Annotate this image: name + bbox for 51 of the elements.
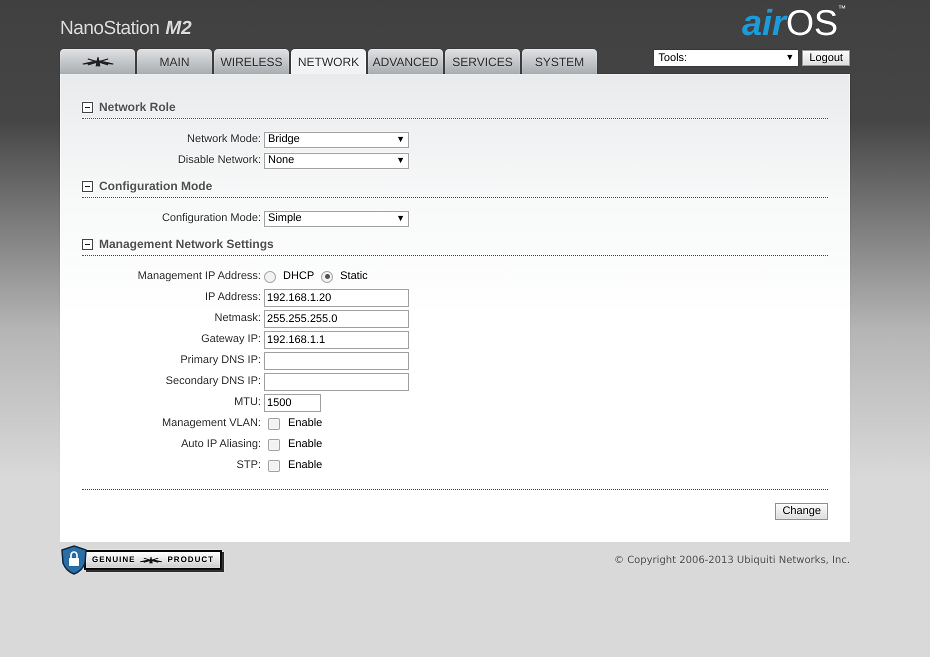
field-label: STP:	[236, 458, 262, 474]
field-label: Secondary DNS IP:	[164, 374, 262, 390]
nav-tab[interactable]: SERVICES	[445, 49, 520, 74]
field-label: Netmask:	[214, 311, 262, 326]
logo: airOS™	[742, 5, 846, 41]
home-tab[interactable]	[60, 49, 135, 74]
dropdown[interactable]: Simple ▼	[264, 210, 409, 226]
nav-tab[interactable]: WIRELESS	[214, 49, 289, 74]
nav-tab[interactable]: MAIN	[137, 49, 212, 74]
dropdown[interactable]: Bridge ▼	[264, 132, 409, 148]
dropdown[interactable]: None ▼	[264, 152, 409, 168]
product-name: NanoStation	[60, 16, 160, 40]
checkbox-option[interactable]: Enable	[268, 415, 322, 432]
input-field[interactable]: 192.168.1.20	[264, 288, 409, 306]
nav-tab[interactable]: NETWORK	[291, 49, 366, 74]
field-label: Primary DNS IP:	[179, 353, 262, 368]
field-label: Management IP Address:	[136, 269, 262, 284]
field-label: Network Mode:	[186, 132, 262, 148]
radio-option[interactable]: DHCP	[264, 268, 314, 285]
input-field[interactable]	[264, 352, 409, 370]
collapse-icon[interactable]	[82, 238, 93, 250]
field-label: IP Address:	[204, 290, 262, 306]
dish-icon	[139, 556, 164, 564]
section-title: Network Role	[99, 99, 176, 116]
collapse-icon[interactable]	[82, 180, 93, 192]
checkbox-option[interactable]: Enable	[268, 436, 322, 453]
input-field[interactable]: 192.168.1.1	[264, 330, 409, 348]
field-label: Management VLAN:	[160, 416, 262, 432]
logout-button[interactable]: Logout	[802, 50, 850, 66]
checkbox-option[interactable]: Enable	[268, 457, 322, 474]
input-field[interactable]: 255.255.255.0	[264, 310, 409, 328]
change-button[interactable]: Change	[775, 503, 828, 520]
dish-icon	[80, 56, 114, 67]
section-title: Configuration Mode	[99, 178, 212, 195]
field-label: Disable Network:	[176, 153, 262, 168]
copyright-text: © Copyright 2006-2013 Ubiquiti Networks, Inc.	[614, 554, 850, 568]
radio-option[interactable]: Static	[321, 268, 368, 285]
genuine-product-badge: GENUINE PRODUCT	[84, 550, 222, 570]
field-label: Auto IP Aliasing:	[180, 437, 262, 452]
shield-lock-icon	[60, 545, 88, 575]
collapse-icon[interactable]	[82, 102, 93, 112]
field-label: Configuration Mode:	[160, 211, 262, 226]
field-label: MTU:	[233, 395, 262, 410]
input-field[interactable]: 1500	[264, 394, 321, 412]
nav-tab[interactable]: ADVANCED	[368, 49, 443, 74]
model-name: M2	[165, 16, 192, 40]
section-title: Management Network Settings	[99, 236, 274, 253]
input-field[interactable]	[264, 372, 409, 390]
tools-dropdown[interactable]: Tools: ▼	[654, 50, 798, 66]
field-label: Gateway IP:	[200, 332, 262, 348]
nav-tab[interactable]: SYSTEM	[522, 49, 597, 74]
